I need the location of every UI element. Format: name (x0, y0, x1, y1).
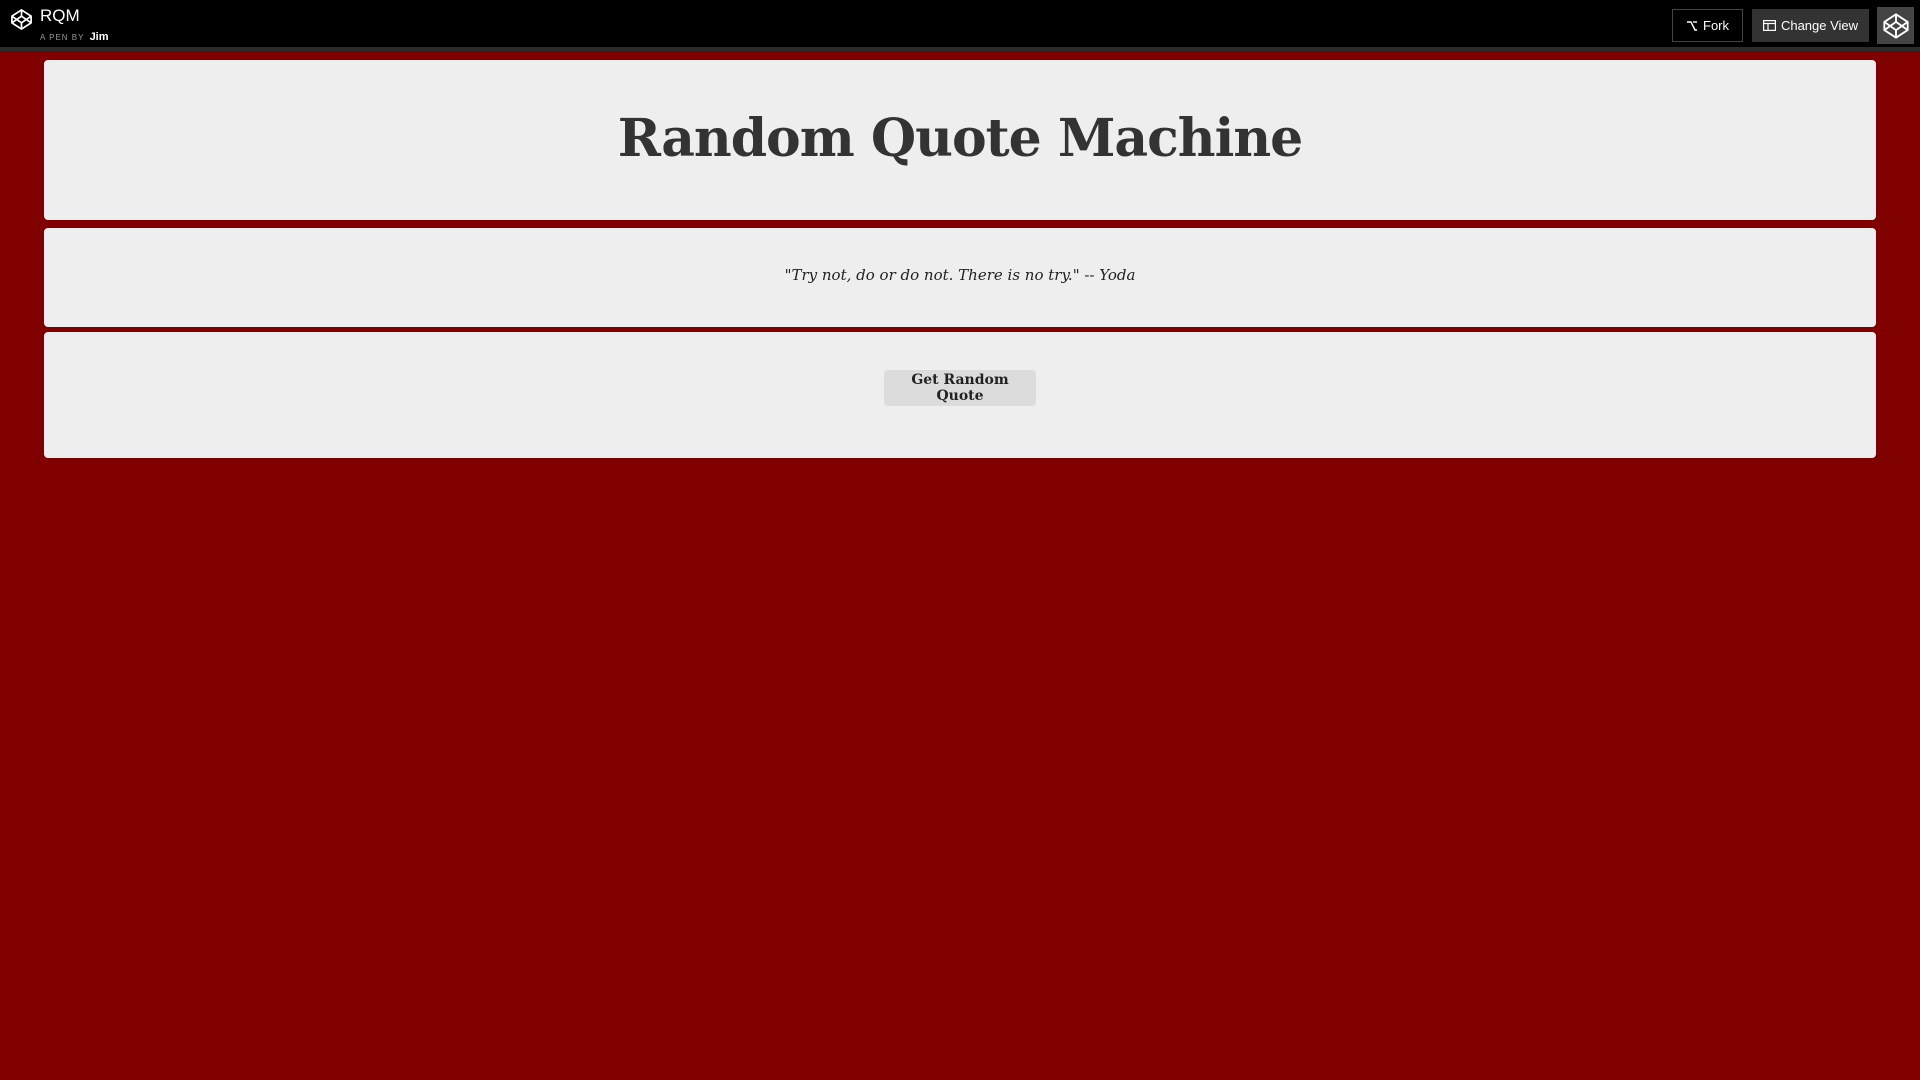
codepen-logo-icon[interactable] (10, 8, 33, 31)
change-view-button[interactable]: Change View (1752, 9, 1869, 42)
pen-by-label: A PEN BY (40, 33, 85, 42)
codepen-corner-icon (1882, 12, 1909, 39)
get-random-quote-button[interactable]: Get Random Quote (884, 370, 1036, 406)
quote-text: "Try not, do or do not. There is no try.… (784, 266, 1136, 284)
page-title: Random Quote Machine (617, 108, 1303, 169)
fork-icon (1687, 20, 1697, 31)
change-view-label: Change View (1780, 18, 1859, 33)
codepen-home-link[interactable] (1877, 7, 1914, 44)
pen-author-link[interactable]: Jim (90, 31, 109, 43)
fork-button[interactable]: Fork (1672, 9, 1743, 42)
fork-label: Fork (1703, 18, 1729, 33)
layout-icon (1762, 20, 1776, 31)
pen-title[interactable]: RQM (40, 6, 80, 26)
title-card: Random Quote Machine (44, 60, 1876, 220)
button-card: Get Random Quote (44, 332, 1876, 458)
quote-card: "Try not, do or do not. There is no try.… (44, 228, 1876, 327)
codepen-topbar: RQM A PEN BY Jim Fork Change View (0, 0, 1920, 51)
pen-by-line: A PEN BY Jim (40, 31, 109, 43)
